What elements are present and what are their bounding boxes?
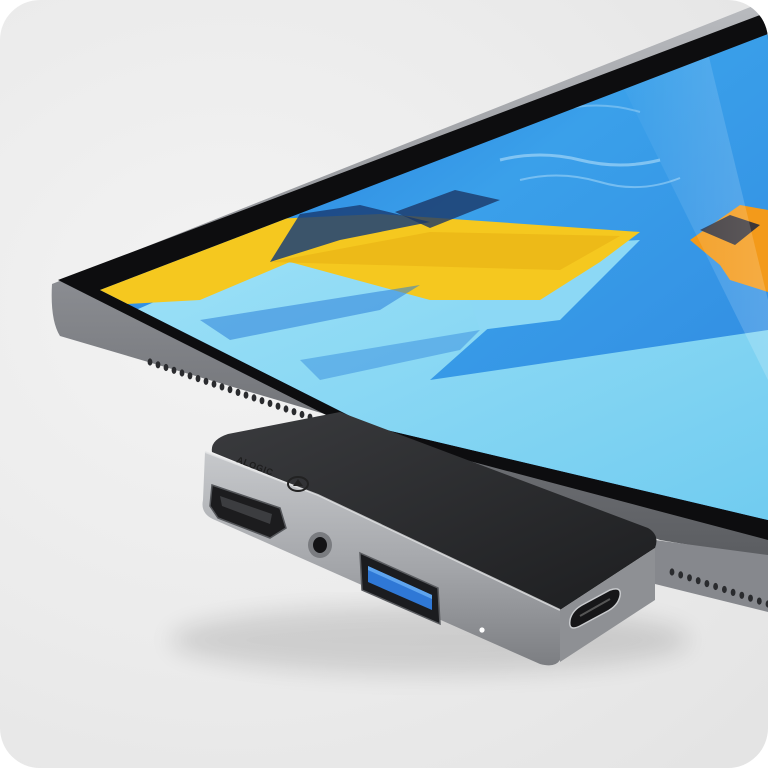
product-photo: ALOGIC: [51, 0, 768, 674]
speaker-hole: [739, 591, 745, 599]
speaker-hole: [219, 383, 225, 391]
speaker-hole: [259, 397, 265, 405]
speaker-hole: [171, 366, 177, 374]
speaker-hole: [211, 380, 217, 388]
speaker-hole: [163, 363, 169, 372]
speaker-hole: [147, 358, 153, 366]
speaker-hole: [187, 372, 193, 380]
speaker-hole: [283, 405, 289, 413]
speaker-hole: [756, 597, 762, 605]
speaker-hole: [730, 588, 736, 597]
speaker-hole: [243, 391, 249, 399]
speaker-hole: [678, 571, 684, 579]
speaker-hole: [748, 594, 753, 602]
speaker-hole: [203, 377, 209, 385]
photo-frame: ALOGIC: [0, 0, 768, 768]
status-led: [479, 627, 485, 633]
speaker-hole: [155, 361, 161, 369]
speaker-hole: [695, 577, 701, 585]
speaker-hole: [251, 394, 257, 402]
speaker-hole: [704, 580, 710, 588]
speaker-hole: [275, 402, 281, 410]
speaker-hole: [299, 410, 305, 419]
speaker-hole: [179, 369, 185, 377]
speaker-hole: [267, 399, 273, 407]
speaker-hole: [195, 375, 201, 383]
speaker-hole: [669, 568, 675, 576]
audio-jack[interactable]: [308, 532, 332, 558]
speaker-hole: [713, 582, 718, 591]
speaker-hole: [235, 388, 241, 396]
speaker-hole: [291, 408, 297, 416]
speaker-hole: [722, 585, 727, 594]
speaker-hole: [227, 386, 233, 394]
speaker-hole: [687, 574, 692, 582]
